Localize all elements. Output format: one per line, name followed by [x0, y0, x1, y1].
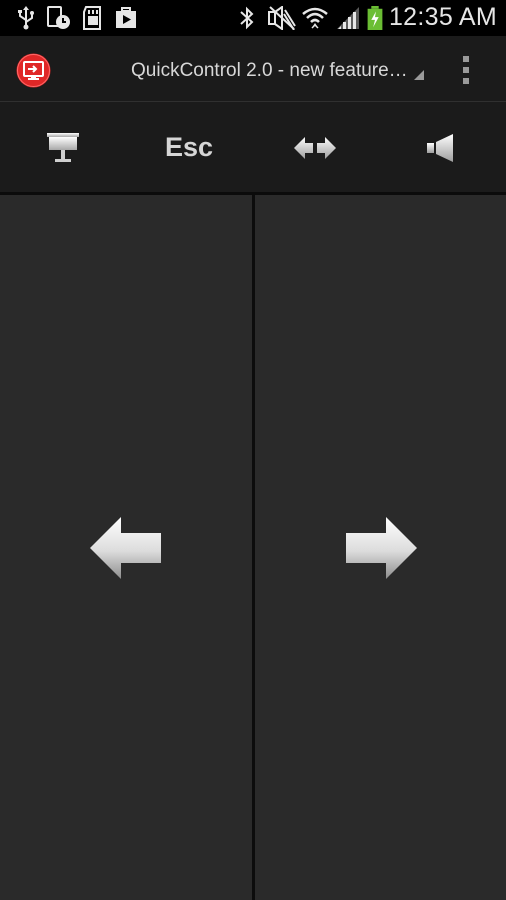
control-toolbar: Esc [0, 102, 506, 193]
left-right-arrows-icon [294, 136, 336, 159]
switch-arrows-button[interactable] [252, 102, 378, 193]
usb-icon [18, 6, 34, 30]
status-bar: 12:35 AM [0, 0, 506, 36]
projector-screen-icon [47, 132, 79, 162]
play-store-icon [116, 7, 136, 28]
battery-charging-icon [367, 6, 383, 30]
volume-button[interactable] [378, 102, 504, 193]
mute-icon [268, 6, 296, 30]
arrow-left-icon [90, 516, 161, 579]
presentation-button[interactable] [0, 102, 126, 193]
previous-slide-area[interactable] [0, 195, 252, 900]
overflow-menu-icon[interactable] [452, 54, 480, 86]
next-slide-area[interactable] [255, 195, 506, 900]
quickcontrol-app-icon[interactable] [16, 53, 51, 88]
alarm-clock-icon [47, 6, 70, 29]
dropdown-caret-icon [413, 70, 424, 80]
esc-button[interactable]: Esc [126, 102, 252, 193]
sd-card-icon [83, 6, 101, 30]
arrow-right-icon [345, 516, 417, 579]
title-dropdown[interactable]: QuickControl 2.0 - new feature… [131, 58, 424, 84]
signal-icon [337, 7, 359, 29]
esc-label: Esc [164, 132, 214, 162]
app-title: QuickControl 2.0 - new feature… [131, 60, 408, 81]
action-bar: QuickControl 2.0 - new feature… [0, 36, 506, 102]
wifi-icon [302, 7, 328, 29]
status-time: 12:35 AM [388, 3, 497, 31]
bluetooth-icon [240, 6, 254, 30]
speaker-icon [427, 133, 453, 162]
